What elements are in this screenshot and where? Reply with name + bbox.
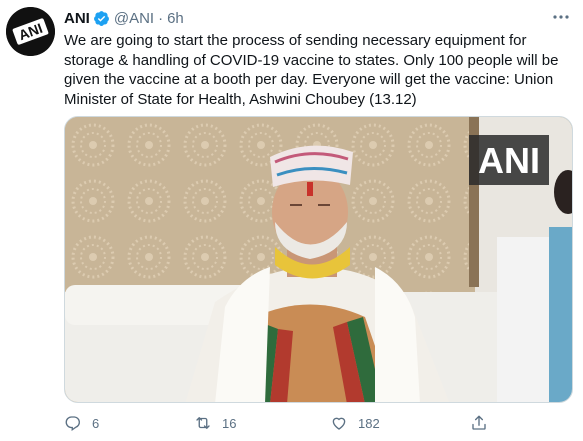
tweet-text: We are going to start the process of sen… — [64, 32, 559, 108]
ani-avatar[interactable]: ANI — [6, 7, 55, 56]
tweet-timestamp[interactable]: 6h — [167, 10, 184, 27]
tweet-actions: 6 16 182 — [64, 410, 573, 436]
like-count: 182 — [358, 415, 380, 431]
reply-icon — [65, 416, 80, 432]
more-options-icon[interactable] — [551, 10, 571, 24]
reply-count: 6 — [92, 415, 100, 431]
tweet-media-image[interactable]: ANI — [64, 116, 573, 403]
separator-dot: · — [158, 9, 164, 27]
retweet-button[interactable]: 16 — [194, 410, 236, 436]
ani-watermark: ANI — [478, 140, 540, 181]
ani-logo-icon: ANI — [6, 7, 55, 56]
retweet-icon — [196, 417, 210, 429]
tweet-header: ANI @ANI · 6h — [64, 8, 184, 28]
tweet-card[interactable]: ANI ANI @ANI · 6h We are going to start … — [0, 0, 583, 441]
like-button[interactable]: 182 — [330, 410, 380, 436]
share-button[interactable] — [470, 410, 488, 436]
author-handle[interactable]: @ANI — [114, 10, 154, 27]
heart-icon — [332, 417, 346, 430]
verified-badge-icon — [93, 10, 110, 27]
author-name[interactable]: ANI — [64, 10, 90, 27]
reply-button[interactable]: 6 — [64, 410, 99, 436]
media-photo: ANI — [65, 117, 572, 402]
share-icon — [472, 415, 486, 430]
retweet-count: 16 — [222, 415, 237, 431]
